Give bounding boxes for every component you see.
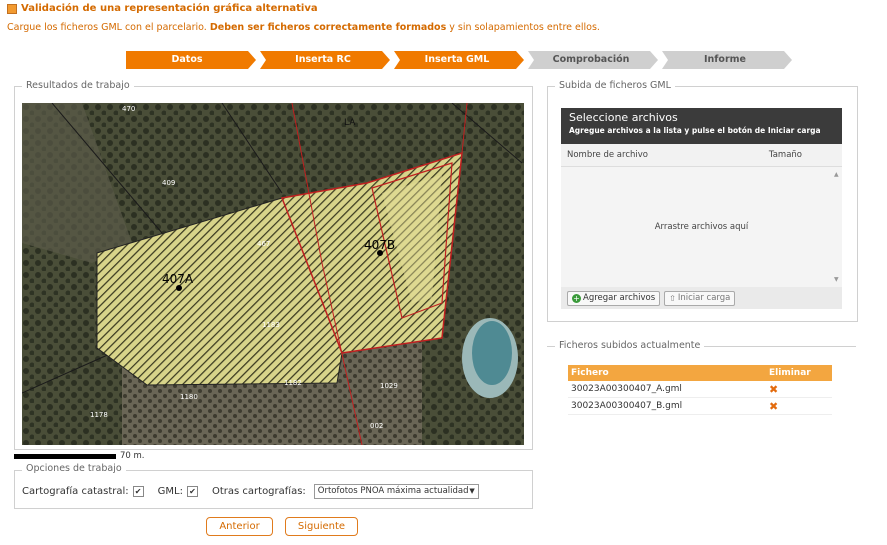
- table-row: 30023A00300407_B.gml ✖: [568, 397, 832, 415]
- page-title: Validación de una representación gráfica…: [7, 3, 318, 14]
- page-title-text: Validación de una representación gráfica…: [21, 3, 318, 14]
- map-label: LA: [344, 118, 356, 128]
- map-label: 1178: [90, 411, 108, 419]
- document-icon: [7, 3, 17, 14]
- arrow-up-icon: ⇧: [669, 293, 676, 303]
- delete-icon[interactable]: ✖: [769, 400, 778, 413]
- step-informe[interactable]: Informe: [664, 51, 786, 69]
- gml-label: GML:: [157, 486, 183, 497]
- step-inserta-rc[interactable]: Inserta RC: [262, 51, 384, 69]
- file-uploader: Seleccione archivos Agregue archivos a l…: [561, 108, 842, 309]
- dropdown-arrow-icon: ▼: [469, 487, 475, 495]
- scrollbar[interactable]: ▲ ▼: [834, 171, 840, 283]
- col-name: Nombre de archivo: [567, 150, 648, 160]
- uploader-header: Seleccione archivos Agregue archivos a l…: [561, 108, 842, 144]
- map-label: 1180: [180, 393, 198, 401]
- map-view[interactable]: 407A 407B LA 1183 1182 1180 1178 1029 00…: [22, 103, 524, 445]
- step-inserta-gml[interactable]: Inserta GML: [396, 51, 518, 69]
- otras-label: Otras cartografías:: [211, 486, 306, 497]
- otras-cartografias-value: Ortofotos PNOA máxima actualidad: [317, 486, 469, 496]
- add-files-label: Agregar archivos: [583, 292, 656, 303]
- map-label: 002: [370, 422, 383, 430]
- otras-cartografias-select[interactable]: Ortofotos PNOA máxima actualidad ▼: [313, 484, 479, 499]
- add-icon: +: [572, 293, 581, 303]
- catastral-label: Cartografía catastral:: [22, 486, 129, 497]
- add-files-button[interactable]: + Agregar archivos: [567, 290, 661, 306]
- table-row: 30023A00300407_A.gml ✖: [568, 381, 832, 398]
- uploader-buttons: + Agregar archivos ⇧ Iniciar carga: [561, 287, 842, 309]
- file-name: 30023A00300407_B.gml: [568, 397, 766, 415]
- scale-label: 70 m.: [120, 451, 145, 461]
- work-results-legend: Resultados de trabajo: [22, 80, 134, 91]
- drop-zone[interactable]: Arrastre archivos aquí ▲ ▼: [561, 167, 842, 287]
- next-button[interactable]: Siguiente: [285, 517, 358, 536]
- start-upload-label: Iniciar carga: [677, 292, 731, 303]
- subtitle-bold: Deben ser ficheros correctamente formado…: [209, 22, 447, 33]
- map-label: 470: [122, 105, 135, 113]
- uploaded-legend: Ficheros subidos actualmente: [555, 340, 705, 351]
- map-label: 467: [257, 240, 270, 248]
- scale-bar: 70 m.: [14, 451, 145, 461]
- scroll-up-icon[interactable]: ▲: [834, 171, 839, 178]
- map-label: 409: [162, 179, 175, 187]
- map-label-407b: 407B: [364, 238, 395, 252]
- subtitle-part: y sin solapamientos entre ellos.: [449, 22, 600, 33]
- subtitle-part: Cargue los ficheros GML con el parcelari…: [7, 22, 207, 33]
- work-options-row: Cartografía catastral: ✔ GML: ✔ Otras ca…: [22, 484, 479, 499]
- col-size: Tamaño: [768, 150, 802, 160]
- prev-button[interactable]: Anterior: [206, 517, 273, 536]
- map-label: 1182: [284, 379, 302, 387]
- uploader-subtitle: Agregue archivos a la lista y pulse el b…: [569, 126, 821, 135]
- upload-legend: Subida de ficheros GML: [555, 80, 675, 91]
- uploaded-files-table: Fichero Eliminar 30023A00300407_A.gml ✖ …: [568, 365, 832, 415]
- map-canvas[interactable]: 407A 407B LA 1183 1182 1180 1178 1029 00…: [22, 103, 524, 445]
- file-name: 30023A00300407_A.gml: [568, 381, 766, 398]
- work-options-legend: Opciones de trabajo: [22, 463, 126, 474]
- page-subtitle: Cargue los ficheros GML con el parcelari…: [7, 22, 600, 33]
- scroll-down-icon[interactable]: ▼: [834, 276, 839, 283]
- col-file: Fichero: [568, 365, 766, 381]
- map-label-407a: 407A: [162, 272, 194, 286]
- catastral-checkbox[interactable]: ✔: [132, 486, 144, 497]
- step-datos[interactable]: Datos: [126, 51, 248, 69]
- start-upload-button[interactable]: ⇧ Iniciar carga: [664, 290, 736, 306]
- step-comprobacion[interactable]: Comprobación: [530, 51, 652, 69]
- uploader-title: Seleccione archivos: [569, 111, 678, 124]
- map-label: 1183: [262, 321, 280, 329]
- map-label: 1029: [380, 382, 398, 390]
- col-delete: Eliminar: [766, 365, 832, 381]
- drop-text: Arrastre archivos aquí: [654, 222, 749, 232]
- delete-icon[interactable]: ✖: [769, 383, 778, 396]
- gml-checkbox[interactable]: ✔: [186, 486, 198, 497]
- uploader-columns: Nombre de archivo Tamaño: [561, 144, 842, 167]
